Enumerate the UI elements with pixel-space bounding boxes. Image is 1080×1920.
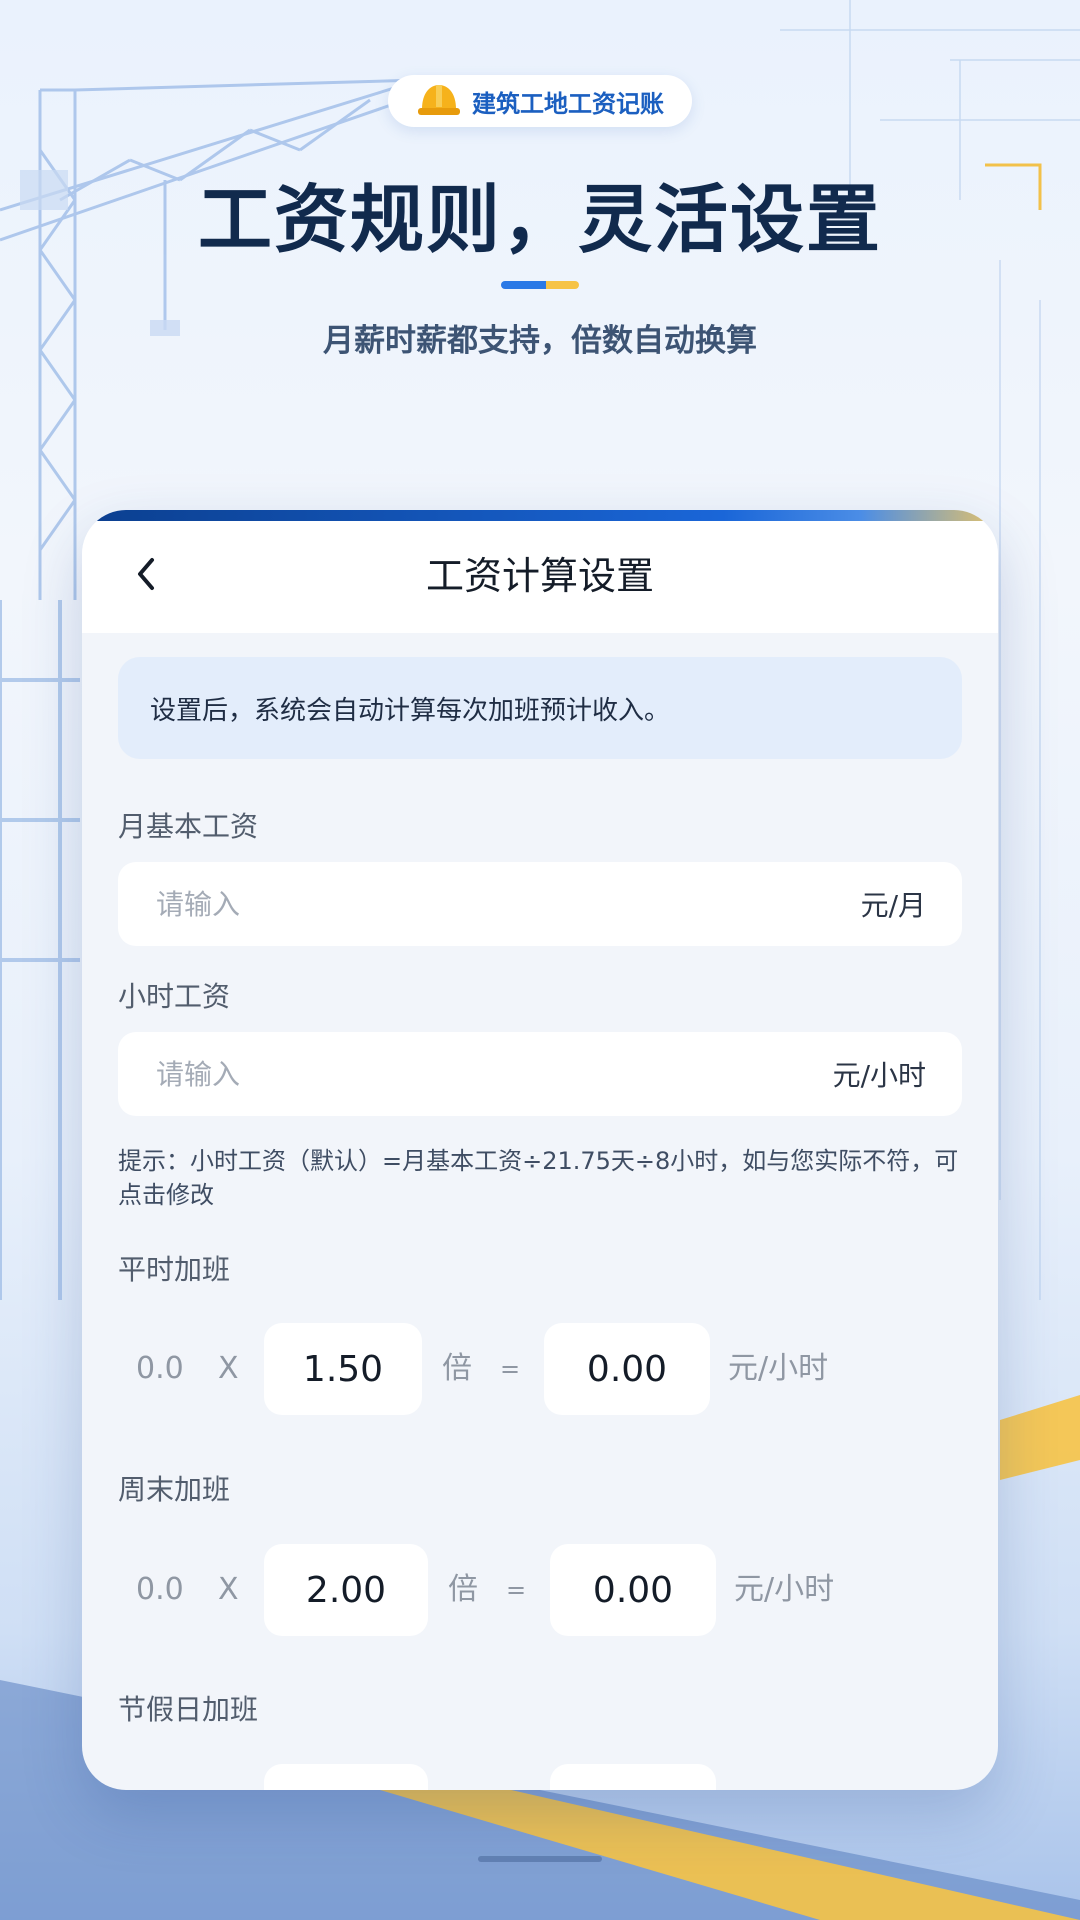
weekend-multiplier-unit: 倍: [448, 1572, 478, 1607]
hourly-wage-unit: 元/小时: [832, 1059, 926, 1092]
weekday-overtime-label: 平时加班: [118, 1253, 231, 1286]
weekend-overtime-row: 0.0 X 2.00 倍 = 0.00 元/小时: [118, 1544, 962, 1636]
weekday-multiplier-unit: 倍: [442, 1351, 472, 1386]
phone-screen: 工资计算设置 设置后，系统会自动计算每次加班预计收入。 月基本工资 元/月 小时…: [82, 510, 998, 1790]
holiday-overtime-label: 节假日加班: [118, 1693, 259, 1726]
calculation-hint: 提示：小时工资（默认）=月基本工资÷21.75天÷8小时，如与您实际不符，可点击…: [118, 1147, 959, 1209]
weekend-multiplier-input[interactable]: 2.00: [264, 1544, 428, 1636]
weekday-result-input[interactable]: 0.00: [544, 1323, 710, 1415]
weekend-times-sign: X: [218, 1572, 239, 1607]
weekend-equals-sign: =: [506, 1576, 527, 1604]
app-badge-label: 建筑工地工资记账: [472, 89, 664, 118]
hourly-wage-label: 小时工资: [118, 980, 231, 1013]
weekday-equals-sign: =: [500, 1355, 521, 1383]
monthly-wage-unit: 元/月: [860, 889, 926, 922]
weekday-multiplier-input[interactable]: 1.50: [264, 1323, 422, 1415]
weekday-times-sign: X: [218, 1351, 239, 1386]
weekend-overtime-label: 周末加班: [118, 1473, 231, 1506]
hero-subtitle: 月薪时薪都支持，倍数自动换算: [323, 323, 757, 359]
weekend-result-input[interactable]: 0.00: [550, 1544, 716, 1636]
hourly-wage-field[interactable]: 元/小时: [118, 1032, 962, 1116]
monthly-wage-field[interactable]: 元/月: [118, 862, 962, 946]
home-indicator: [478, 1856, 602, 1862]
weekend-result-unit: 元/小时: [734, 1572, 835, 1607]
weekday-base-rate: 0.0: [136, 1351, 184, 1386]
info-notice: 设置后，系统会自动计算每次加班预计收入。: [118, 657, 962, 759]
weekend-base-rate: 0.0: [136, 1572, 184, 1607]
hourly-wage-input[interactable]: [154, 1056, 758, 1092]
hero-underline: [501, 281, 579, 289]
app-badge: 建筑工地工资记账: [388, 75, 692, 127]
holiday-result-input[interactable]: [550, 1764, 716, 1790]
holiday-overtime-row: [118, 1764, 962, 1790]
hard-hat-icon: [416, 81, 462, 121]
monthly-wage-input[interactable]: [154, 886, 758, 922]
nav-bar: 工资计算设置: [82, 521, 998, 633]
phone-top-accent-bar: [82, 510, 998, 521]
hero-title: 工资规则，灵活设置: [198, 177, 882, 263]
weekday-result-unit: 元/小时: [728, 1351, 829, 1386]
holiday-multiplier-input[interactable]: [264, 1764, 428, 1790]
weekday-overtime-row: 0.0 X 1.50 倍 = 0.00 元/小时: [118, 1323, 962, 1415]
page-title: 工资计算设置: [425, 554, 654, 598]
monthly-wage-label: 月基本工资: [118, 810, 259, 843]
